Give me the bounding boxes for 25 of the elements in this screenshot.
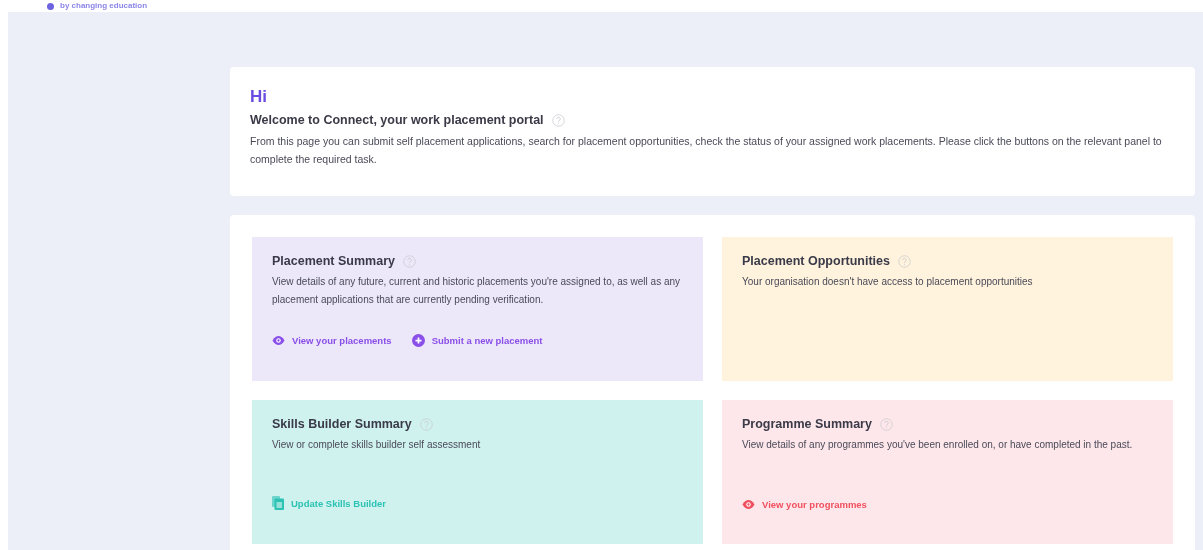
action-link[interactable]: Submit a new placement bbox=[411, 334, 543, 347]
panel-description: View details of any future, current and historic placements you're assigned to, as well as any placement applications that are currently pending verification. bbox=[272, 275, 682, 307]
help-icon[interactable] bbox=[419, 417, 433, 431]
welcome-title: Welcome to Connect, your work placement portal bbox=[250, 113, 544, 127]
help-icon[interactable] bbox=[879, 417, 893, 431]
plus-circle-icon bbox=[411, 334, 425, 347]
logo-dot-icon bbox=[47, 2, 54, 10]
panel-description: Your organisation doesn't have access to placement opportunities bbox=[742, 275, 1034, 289]
help-icon[interactable] bbox=[551, 113, 565, 127]
panel-title: Placement Summary bbox=[272, 254, 395, 268]
panel-description: View or complete skills builder self assessment bbox=[272, 438, 482, 452]
eye-icon bbox=[272, 336, 285, 345]
welcome-description: From this page you can submit self placement applications, search for placement opportunities, check the status of your assigned work placements. Please click the buttons on the relevant panel to complete the required task. bbox=[250, 134, 1163, 167]
document-icon bbox=[272, 496, 284, 510]
panel-title: Programme Summary bbox=[742, 417, 872, 431]
panel-title: Skills Builder Summary bbox=[272, 417, 412, 431]
help-icon[interactable] bbox=[897, 254, 911, 268]
help-icon[interactable] bbox=[403, 254, 416, 268]
action-link[interactable]: View your placements bbox=[272, 334, 392, 347]
panel-description: View details of any programmes you've been enrolled on, or have completed in the past. bbox=[742, 438, 1134, 452]
eye-icon bbox=[742, 500, 755, 509]
greeting: Hi bbox=[250, 87, 268, 107]
action-link[interactable]: View your programmes bbox=[742, 499, 867, 510]
tagline: by changing education bbox=[60, 1, 148, 11]
panel-title: Placement Opportunities bbox=[742, 254, 890, 268]
